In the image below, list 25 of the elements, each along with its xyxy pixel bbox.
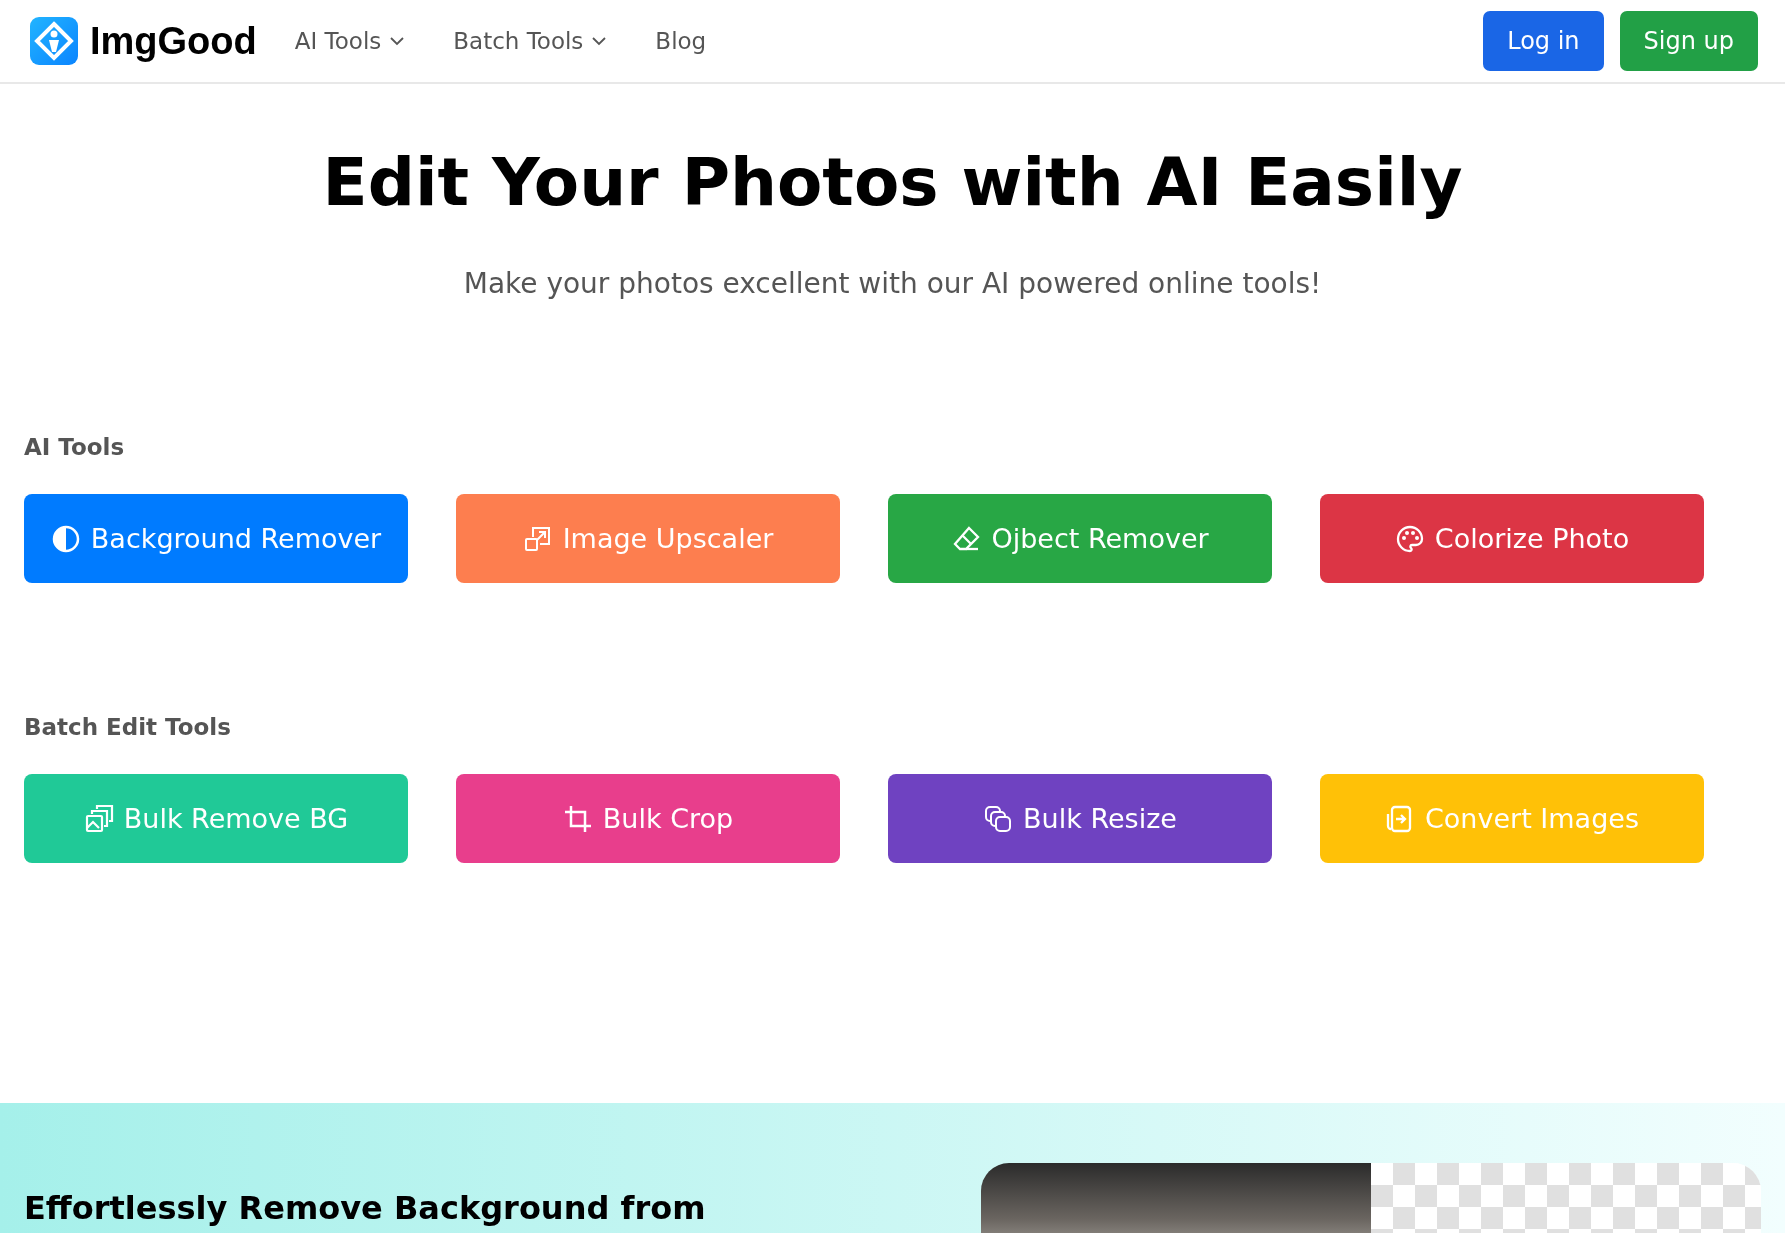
images-icon	[83, 803, 114, 834]
palette-icon	[1394, 523, 1425, 554]
tool-button[interactable]: Colorize Photo	[1320, 494, 1704, 583]
section-heading: Batch Edit Tools	[24, 714, 232, 740]
tool-button[interactable]: Bulk Resize	[888, 774, 1272, 863]
copies-icon	[983, 803, 1014, 834]
signup-button[interactable]: Sign up	[1619, 11, 1758, 71]
hero-title: Edit Your Photos with AI Easily	[321, 144, 1464, 221]
logo-icon	[30, 17, 78, 65]
tool-button[interactable]: Background Remover	[24, 494, 408, 583]
section-heading: AI Tools	[24, 434, 126, 460]
nav-link[interactable]: Batch Tools	[453, 28, 608, 54]
hero-subtitle: Make your photos excellent with our AI powered online tools!	[462, 267, 1323, 300]
nav-link[interactable]: AI Tools	[294, 28, 406, 54]
tool-button[interactable]: Bulk Crop	[456, 774, 840, 863]
nav-link[interactable]: Blog	[655, 28, 707, 54]
brand-name[interactable]: ImgGood	[90, 19, 257, 63]
tool-button[interactable]: Ojbect Remover	[888, 494, 1272, 583]
chevron-down-icon	[591, 36, 608, 46]
tool-button[interactable]: Image Upscaler	[456, 494, 840, 583]
feature-heading: Effortlessly Remove Background from	[24, 1189, 706, 1229]
login-button[interactable]: Log in	[1483, 11, 1604, 71]
contrast-icon	[50, 523, 81, 554]
chevron-down-icon	[389, 36, 406, 46]
crop-icon	[562, 803, 593, 834]
